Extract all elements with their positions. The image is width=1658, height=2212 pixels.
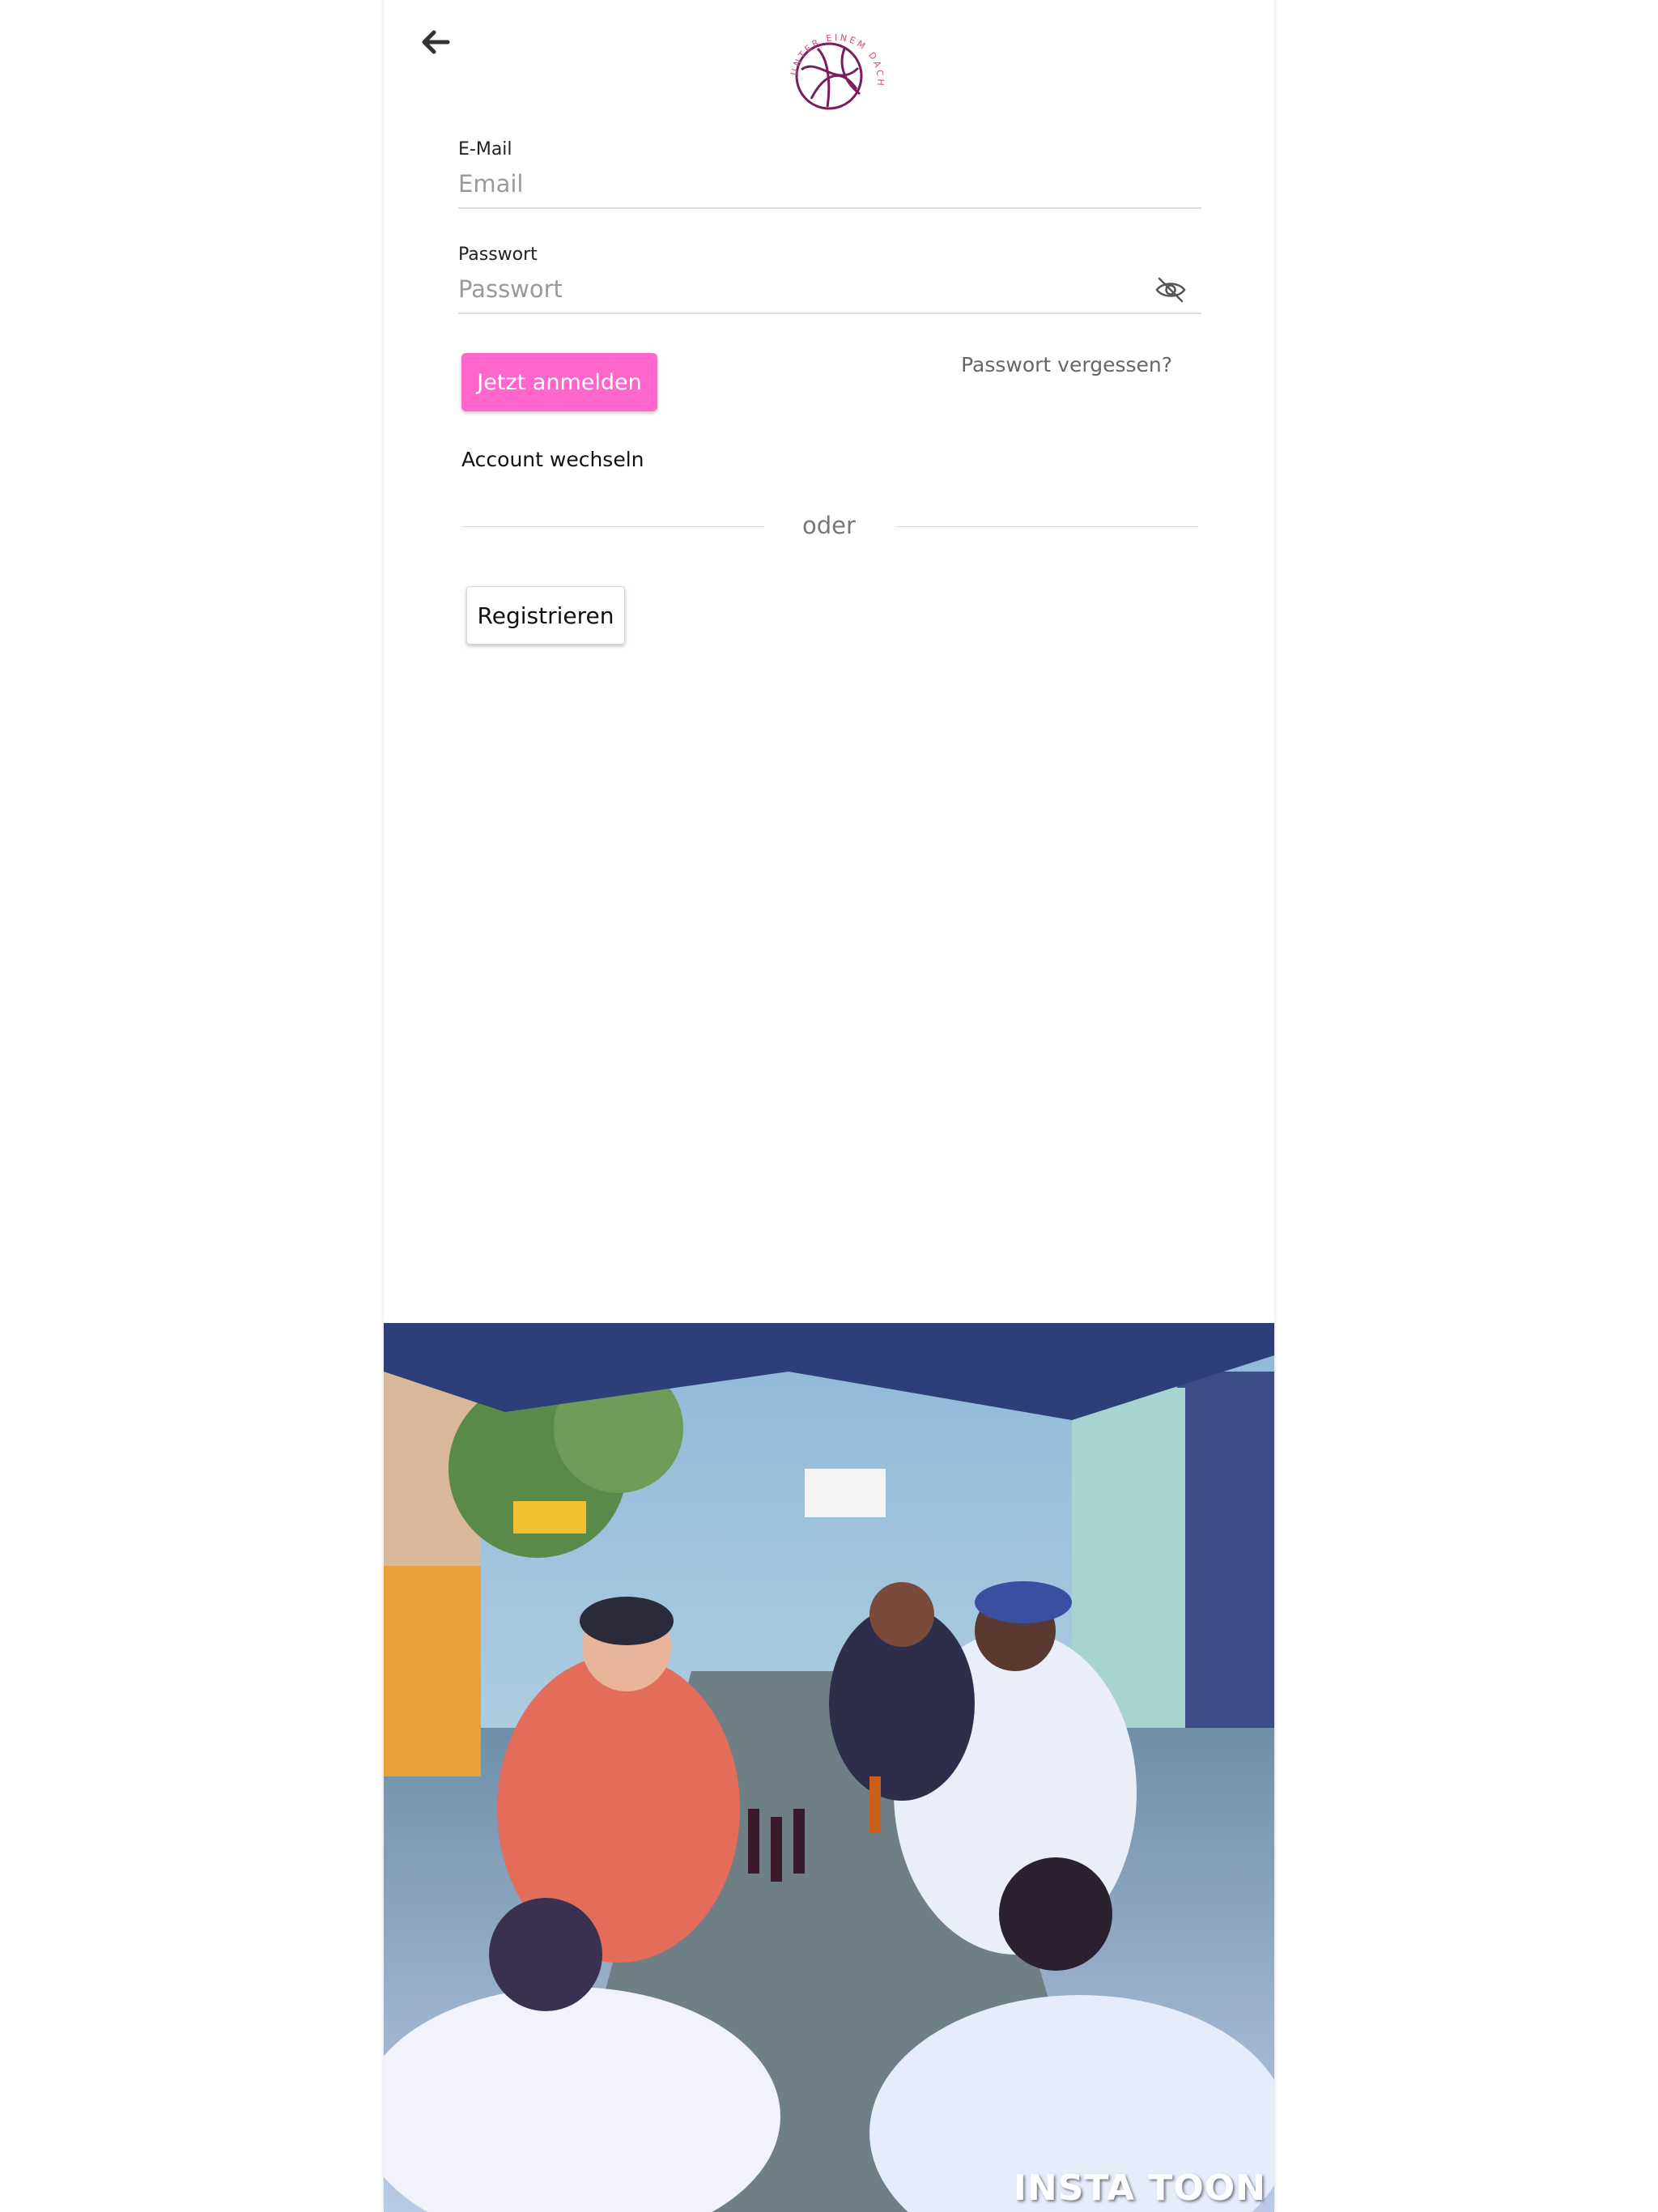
password-visibility-toggle[interactable]	[1154, 275, 1187, 304]
hero-photo: INSTA TOON	[384, 1323, 1274, 2212]
forgot-password-link[interactable]: Passwort vergessen?	[961, 353, 1172, 376]
eye-slash-icon	[1155, 277, 1186, 303]
divider-label: oder	[802, 512, 856, 539]
watermark: INSTA TOON	[1013, 2167, 1266, 2209]
login-card: UNTER EINEM DACH E-Mail Passwort	[384, 0, 1274, 2212]
logo-text: UNTER EINEM DACH	[789, 32, 883, 88]
login-button[interactable]: Jetzt anmelden	[461, 353, 657, 411]
arrow-left-icon	[422, 30, 450, 54]
page: UNTER EINEM DACH E-Mail Passwort	[0, 0, 1658, 2212]
email-label: E-Mail	[458, 139, 512, 160]
back-button[interactable]	[416, 24, 455, 60]
register-button[interactable]: Registrieren	[466, 586, 625, 644]
password-input[interactable]	[458, 267, 1201, 311]
logo: UNTER EINEM DACH	[789, 32, 886, 130]
password-input-wrap	[458, 267, 1201, 314]
password-label: Passwort	[458, 245, 538, 265]
password-field: Passwort	[458, 245, 1201, 314]
email-input-wrap	[458, 162, 1201, 209]
email-field: E-Mail	[458, 139, 1201, 209]
email-input[interactable]	[458, 162, 1201, 206]
switch-account-link[interactable]: Account wechseln	[461, 448, 644, 471]
svg-text:UNTER EINEM DACH: UNTER EINEM DACH	[789, 32, 886, 88]
